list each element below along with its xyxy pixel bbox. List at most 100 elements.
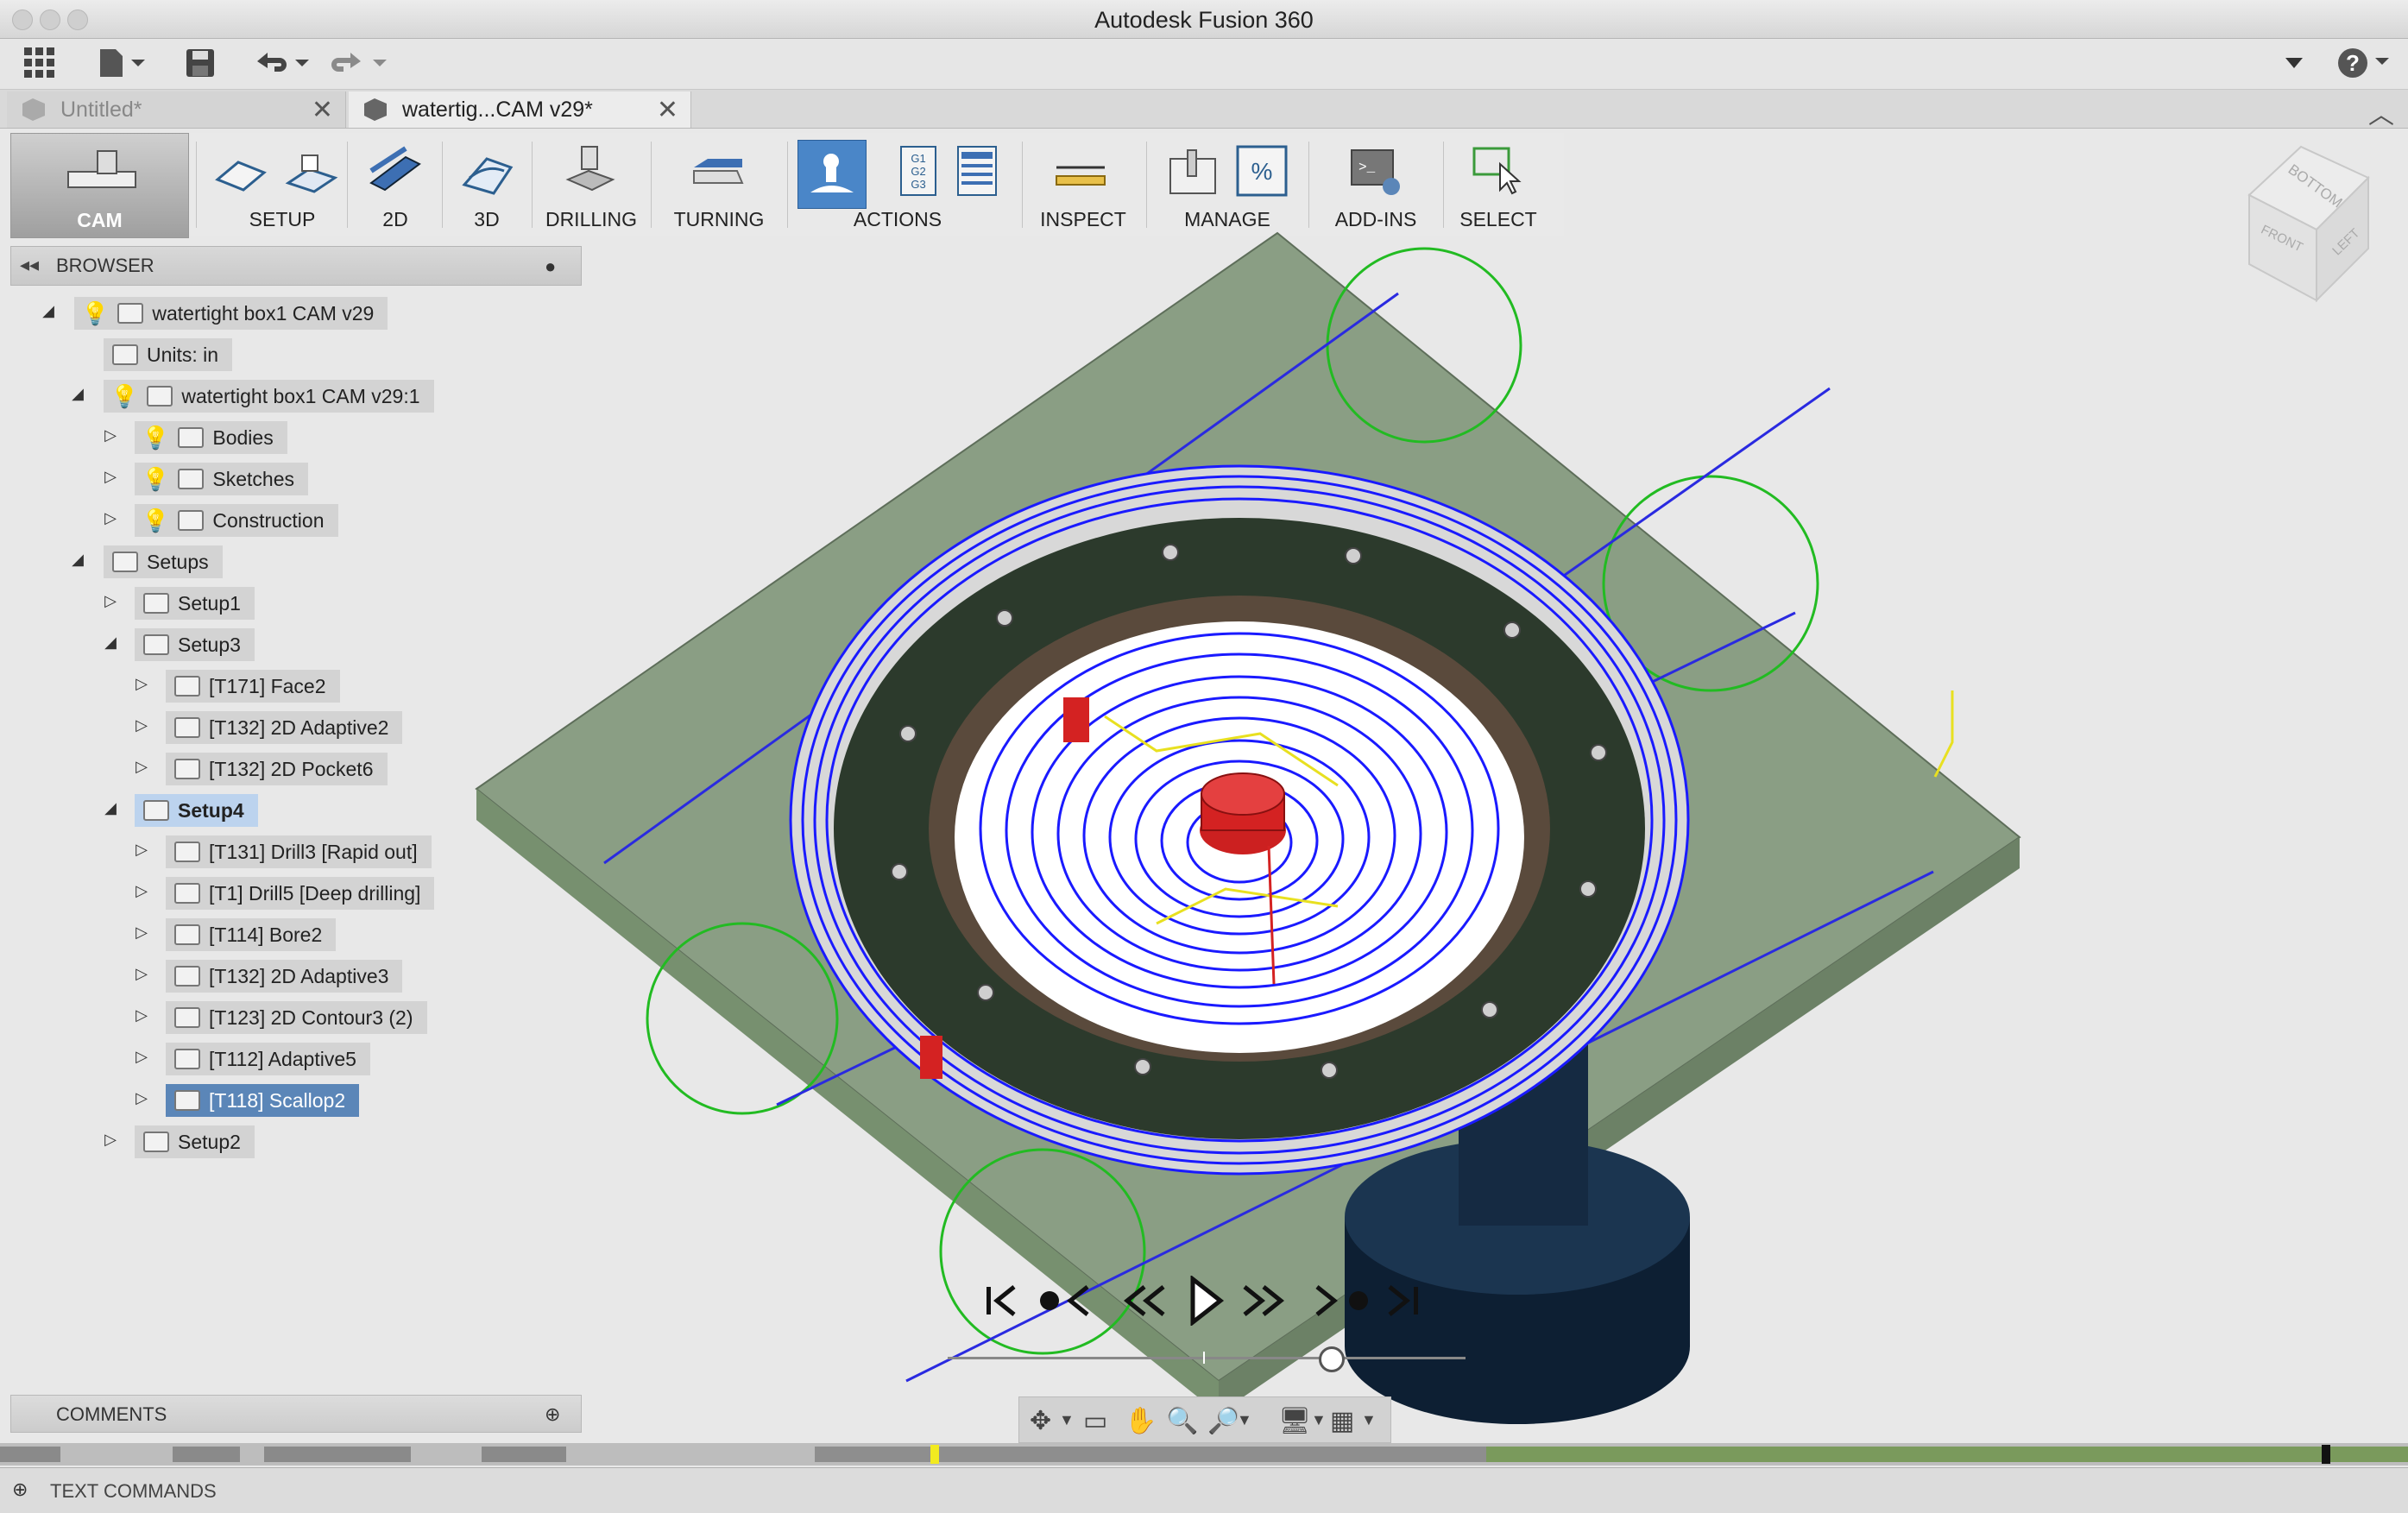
orbit-dropdown-icon[interactable]: ▼ xyxy=(1059,1411,1075,1429)
tree-operation-drill5[interactable]: [T1] Drill5 [Deep drilling] xyxy=(166,877,435,910)
look-at-icon[interactable]: ▭ xyxy=(1083,1406,1107,1436)
document-icon xyxy=(22,98,45,121)
expand-toggle-icon[interactable]: ▷ xyxy=(102,592,119,610)
tree-setup4[interactable]: Setup4 xyxy=(135,794,258,827)
expand-toggle-icon[interactable]: ▷ xyxy=(133,1006,150,1024)
grid-settings-icon[interactable]: ▦ xyxy=(1330,1406,1354,1436)
play-button[interactable] xyxy=(1186,1276,1227,1326)
timeline-segment[interactable] xyxy=(0,1447,60,1462)
undo-icon[interactable] xyxy=(254,46,314,80)
tree-units[interactable]: Units: in xyxy=(104,338,233,371)
step-back-icon xyxy=(1123,1285,1165,1316)
expand-toggle-icon[interactable]: ▷ xyxy=(133,882,150,900)
play-icon xyxy=(1190,1276,1225,1326)
close-tab-icon[interactable]: ✕ xyxy=(312,95,333,125)
timeline-bar[interactable] xyxy=(0,1443,2408,1466)
go-to-start-button[interactable] xyxy=(980,1277,1024,1324)
tree-operation-2d-contour3[interactable]: [T123] 2D Contour3 (2) xyxy=(166,1001,427,1034)
timeline-segment[interactable] xyxy=(815,1447,1486,1462)
collapse-tabs-icon[interactable]: ︿ xyxy=(2368,93,2394,131)
zoom-dropdown-icon[interactable]: ▼ xyxy=(1237,1411,1252,1429)
expand-toggle-icon[interactable]: ▷ xyxy=(133,924,150,942)
expand-toggle-icon[interactable]: ◢ xyxy=(102,634,119,652)
tree-operation-bore2[interactable]: [T114] Bore2 xyxy=(166,918,337,951)
next-operation-button[interactable] xyxy=(1312,1277,1372,1324)
timeline-segment[interactable] xyxy=(173,1447,240,1462)
expand-toggle-icon[interactable]: ▷ xyxy=(133,1048,150,1066)
slider-marker xyxy=(1203,1352,1205,1364)
expand-toggle-icon[interactable]: ▷ xyxy=(102,1131,119,1149)
account-dropdown-icon[interactable] xyxy=(2277,46,2311,80)
tree-operation-scallop2[interactable]: [T118] Scallop2 xyxy=(166,1084,360,1117)
browser-pin-icon[interactable]: ● xyxy=(545,255,556,278)
tree-setup3[interactable]: Setup3 xyxy=(135,628,255,661)
fit-window-icon[interactable]: 🔎 xyxy=(1207,1406,1239,1436)
expand-toggle-icon[interactable]: ▷ xyxy=(133,1089,150,1107)
pocket-operation-icon xyxy=(174,759,200,779)
document-icon xyxy=(364,98,387,121)
tree-folder-construction[interactable]: 💡 Construction xyxy=(135,504,338,537)
expand-toggle-icon[interactable]: ▷ xyxy=(102,426,119,444)
data-panel-grid-icon[interactable] xyxy=(22,46,57,80)
expand-toggle-icon[interactable]: ◢ xyxy=(102,799,119,817)
orbit-icon[interactable]: ✥ xyxy=(1030,1406,1051,1436)
timeline-progress xyxy=(1486,1447,2408,1462)
step-forward-button[interactable] xyxy=(1238,1277,1286,1324)
tree-operation-2d-adaptive2[interactable]: [T132] 2D Adaptive2 xyxy=(166,711,403,744)
tree-setup2[interactable]: Setup2 xyxy=(135,1125,255,1158)
expand-toggle-icon[interactable]: ◢ xyxy=(40,302,57,320)
grid-dropdown-icon[interactable]: ▼ xyxy=(1361,1411,1377,1429)
tab-untitled[interactable]: Untitled* ✕ xyxy=(7,91,346,128)
tree-folder-bodies[interactable]: 💡 Bodies xyxy=(135,421,287,454)
timeline-segment[interactable] xyxy=(264,1447,411,1462)
drill-operation-icon xyxy=(174,883,200,904)
setup-icon xyxy=(143,634,169,655)
adaptive-operation-icon xyxy=(174,717,200,738)
expand-toggle-icon[interactable]: ▷ xyxy=(133,758,150,776)
tree-setups[interactable]: Setups xyxy=(104,545,223,578)
expand-toggle-icon[interactable]: ◢ xyxy=(69,551,86,569)
tree-folder-sketches[interactable]: 💡 Sketches xyxy=(135,463,308,495)
timeline-marker[interactable] xyxy=(930,1445,939,1464)
timeline-end-marker[interactable] xyxy=(2322,1445,2330,1464)
tree-root-document[interactable]: 💡 watertight box1 CAM v29 xyxy=(74,297,388,330)
tree-operation-2d-adaptive3[interactable]: [T132] 2D Adaptive3 xyxy=(166,960,403,993)
help-icon[interactable]: ? xyxy=(2336,46,2396,80)
save-icon[interactable] xyxy=(183,46,217,80)
simulation-slider-thumb[interactable] xyxy=(1319,1346,1345,1372)
close-tab-icon[interactable]: ✕ xyxy=(657,95,678,125)
expand-toggle-icon[interactable]: ▷ xyxy=(133,716,150,734)
comments-panel[interactable]: COMMENTS ⊕ xyxy=(10,1395,582,1433)
step-back-button[interactable] xyxy=(1122,1277,1170,1324)
pan-hand-icon[interactable]: ✋ xyxy=(1125,1406,1157,1436)
tree-component[interactable]: 💡 watertight box1 CAM v29:1 xyxy=(104,380,434,413)
collapse-browser-icon[interactable]: ◂◂ xyxy=(20,254,39,276)
tree-operation-drill3[interactable]: [T131] Drill3 [Rapid out] xyxy=(166,835,432,868)
simulation-slider-track[interactable] xyxy=(948,1357,1466,1359)
expand-toggle-icon[interactable]: ▷ xyxy=(133,965,150,983)
expand-toggle-icon[interactable]: ▷ xyxy=(102,509,119,527)
adaptive-operation-icon xyxy=(174,1049,200,1069)
zoom-icon[interactable]: 🔍 xyxy=(1166,1406,1198,1436)
add-comment-icon[interactable]: ⊕ xyxy=(545,1403,560,1426)
timeline-segment[interactable] xyxy=(482,1447,566,1462)
tree-operation-face2[interactable]: [T171] Face2 xyxy=(166,670,340,703)
redo-icon[interactable] xyxy=(331,46,392,80)
expand-toggle-icon[interactable]: ◢ xyxy=(69,385,86,403)
expand-toggle-icon[interactable]: ▷ xyxy=(102,468,119,486)
tree-operation-adaptive5[interactable]: [T112] Adaptive5 xyxy=(166,1043,370,1075)
tree-operation-2d-pocket6[interactable]: [T132] 2D Pocket6 xyxy=(166,753,388,785)
expand-toggle-icon[interactable]: ▷ xyxy=(133,675,150,693)
text-commands-panel[interactable]: ⊕ TEXT COMMANDS xyxy=(0,1467,2408,1513)
display-dropdown-icon[interactable]: ▼ xyxy=(1311,1411,1327,1429)
tree-setup1[interactable]: Setup1 xyxy=(135,587,255,620)
go-to-end-button[interactable] xyxy=(1384,1277,1422,1324)
browser-header[interactable]: ◂◂ BROWSER ● xyxy=(10,246,582,286)
file-menu-icon[interactable] xyxy=(95,46,150,80)
previous-operation-button[interactable] xyxy=(1036,1277,1096,1324)
lightbulb-icon: 💡 xyxy=(142,507,170,533)
expand-toggle-icon[interactable]: ▷ xyxy=(133,841,150,859)
display-settings-icon[interactable]: 🖥 xyxy=(1278,1406,1311,1436)
expand-text-commands-icon[interactable]: ⊕ xyxy=(12,1478,28,1501)
tab-watertight-cam[interactable]: watertig...CAM v29* ✕ xyxy=(349,91,691,128)
